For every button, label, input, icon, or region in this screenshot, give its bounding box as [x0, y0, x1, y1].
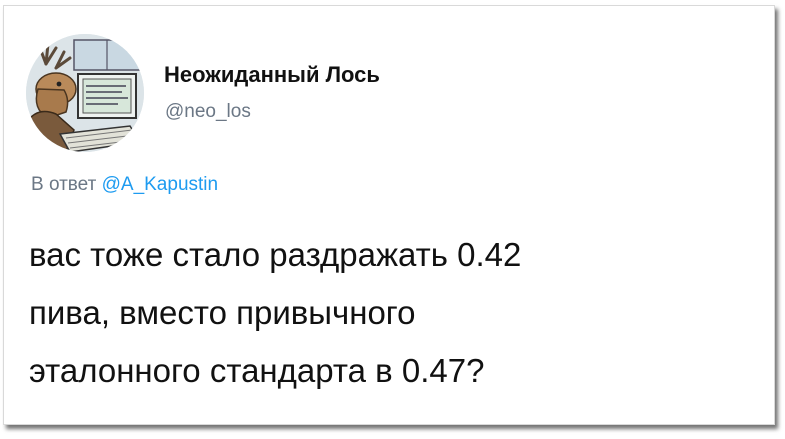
author-avatar[interactable]: [26, 34, 144, 152]
moose-at-computer-icon: [26, 34, 144, 152]
tweet-body: вас тоже стало раздражать 0.42 пива, вме…: [29, 226, 774, 400]
tweet-card: Неожиданный Лось @neo_los В ответ @A_Kap…: [3, 5, 775, 425]
reply-prefix: В ответ: [31, 174, 97, 195]
reply-mention-link[interactable]: @A_Kapustin: [102, 174, 218, 195]
author-handle[interactable]: @neo_los: [165, 101, 251, 123]
tweet-line: пива, вместо привычного: [29, 294, 416, 331]
reply-context: В ответ @A_Kapustin: [31, 174, 218, 196]
tweet-line: эталонного стандарта в 0.47?: [29, 352, 485, 389]
author-display-name[interactable]: Неожиданный Лось: [164, 62, 380, 88]
tweet-line: вас тоже стало раздражать 0.42: [29, 236, 522, 273]
